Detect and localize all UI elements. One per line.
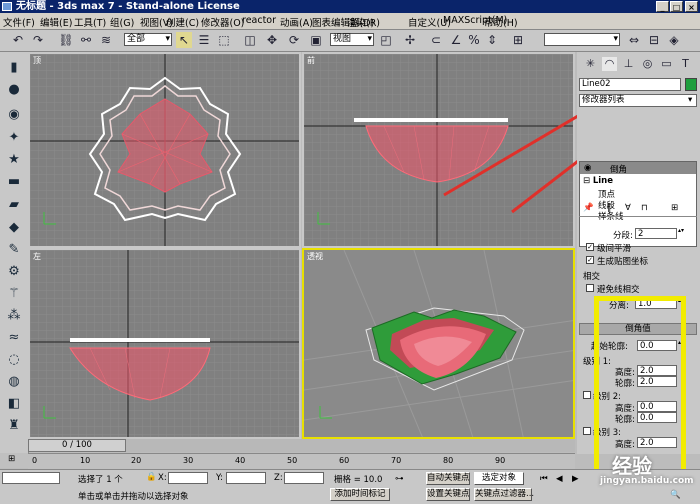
tick-label: 20	[131, 456, 142, 465]
modifier-list-dropdown[interactable]: 修改器列表	[579, 94, 697, 107]
hierarchy-tab-icon[interactable]: ⊥	[621, 57, 636, 71]
tick-label: 30	[183, 456, 194, 465]
gen-map-label: 生成贴图坐标	[597, 257, 649, 267]
tick-label: 60	[339, 456, 350, 465]
pin-icon[interactable]: 📌	[583, 203, 594, 213]
stack-item-bevel[interactable]: ◉ 倒角	[580, 162, 696, 175]
chevron-down-icon[interactable]: ▾	[688, 95, 692, 105]
tick-label: 80	[443, 456, 454, 465]
gen-map-checkbox[interactable]: ✓	[586, 256, 594, 264]
key-filters-button[interactable]: 关键点过滤器...	[474, 488, 534, 501]
prompt-text: 单击或单击并拖动以选择对象	[78, 492, 189, 502]
tick-label: 0	[32, 456, 38, 465]
grid-size: 栅格 = 10.0	[334, 475, 383, 485]
intersect-group-label: 相交	[583, 272, 601, 282]
goto-start-icon[interactable]: ⏮	[540, 474, 548, 484]
create-tab-icon[interactable]: ✳	[583, 57, 598, 71]
segments-field[interactable]: 2	[635, 228, 677, 239]
avoid-intersect-label: 避免线相交	[597, 285, 640, 295]
object-name-field[interactable]: Line02	[579, 78, 681, 91]
tick-label: 90	[495, 456, 506, 465]
show-end-icon[interactable]: ‖	[607, 203, 611, 213]
watermark-url: jingyan.baidu.com	[600, 476, 694, 486]
add-time-tag-button[interactable]: 添加时间标记	[330, 488, 390, 501]
bulb-icon[interactable]: ◉	[584, 163, 591, 173]
tick-label: 40	[235, 456, 246, 465]
stack-toolbar: 📌 ‖ ∀ ⊓ ⊞	[579, 202, 697, 217]
modify-tab-icon[interactable]: ◠	[602, 57, 617, 71]
configure-icon[interactable]: ⊞	[671, 203, 678, 213]
utilities-tab-icon[interactable]: T	[678, 57, 693, 71]
level3-checkbox[interactable]	[583, 427, 591, 435]
play-icon[interactable]: ▶	[572, 474, 579, 484]
display-tab-icon[interactable]: ▭	[659, 57, 674, 71]
selected-object-dropdown[interactable]: 选定对象	[474, 472, 524, 485]
z-coord-field[interactable]	[284, 472, 324, 484]
y-coord-field[interactable]	[226, 472, 266, 484]
status-bar: 选择了 1 个 🔒 X: Y: Z: 栅格 = 10.0 ⊶ 自动关键点 选定对…	[0, 469, 700, 504]
remove-modifier-icon[interactable]: ⊓	[641, 203, 648, 213]
y-label: Y:	[216, 473, 223, 483]
stack-item-line[interactable]: ⊟ Line	[583, 176, 613, 186]
track-bar-icon[interactable]: ⊞	[0, 453, 28, 468]
object-color-swatch[interactable]	[685, 78, 697, 91]
selection-count: 选择了 1 个	[78, 475, 123, 485]
unique-icon[interactable]: ∀	[625, 203, 631, 213]
avoid-intersect-checkbox[interactable]	[586, 284, 594, 292]
tick-label: 50	[287, 456, 298, 465]
track-bar[interactable]: 0 10 20 30 40 50 60 70 80 90	[28, 453, 575, 469]
lock-icon[interactable]: 🔒	[146, 472, 157, 482]
key-icon[interactable]: ⊶	[395, 474, 404, 484]
tick-label: 70	[391, 456, 402, 465]
z-label: Z:	[274, 473, 283, 483]
segments-spinner[interactable]: ▴▾	[678, 228, 684, 238]
auto-key-button[interactable]: 自动关键点	[426, 472, 470, 485]
x-coord-field[interactable]	[168, 472, 208, 484]
segments-label: 分段:	[613, 231, 633, 241]
watermark-logo: 经验	[612, 454, 652, 478]
x-label: X:	[158, 473, 167, 483]
set-key-button[interactable]: 设置关键点	[426, 488, 470, 501]
smooth-label: 级间平滑	[597, 244, 632, 254]
zoom-icon[interactable]: 🔍	[670, 490, 681, 500]
level2-checkbox[interactable]	[583, 391, 591, 399]
motion-tab-icon[interactable]: ◎	[640, 57, 655, 71]
time-slider[interactable]: 0 / 100	[28, 439, 126, 452]
prev-frame-icon[interactable]: ◀	[556, 474, 563, 484]
smooth-checkbox[interactable]: ✓	[586, 243, 594, 251]
maxscript-listener[interactable]	[2, 472, 60, 484]
tick-label: 10	[80, 456, 91, 465]
